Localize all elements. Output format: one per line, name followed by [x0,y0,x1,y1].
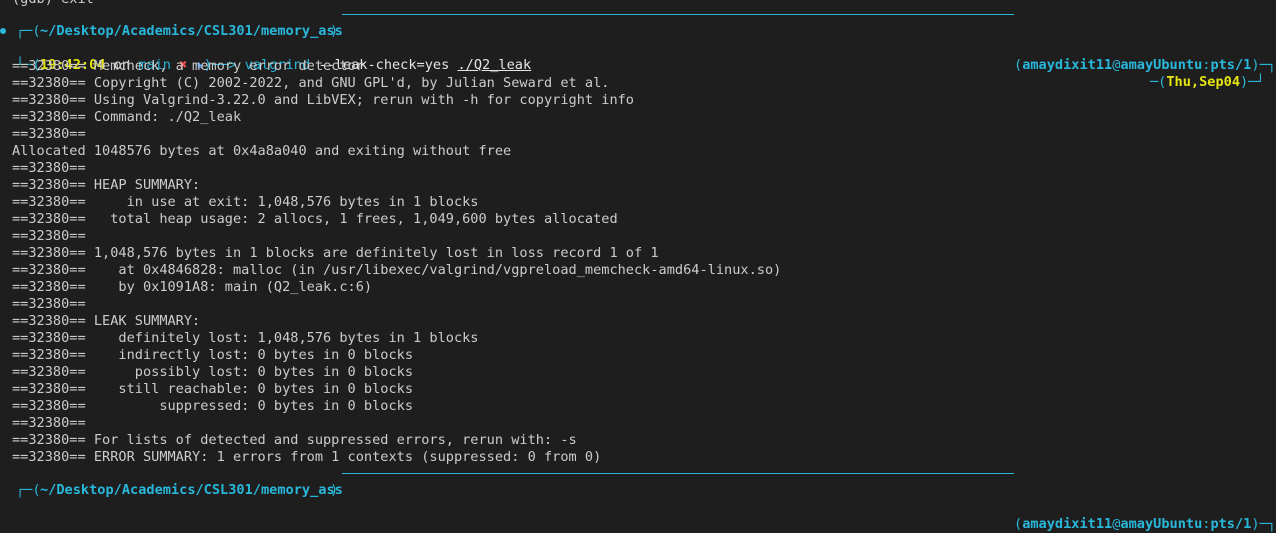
output-line: ==32380== still reachable: 0 bytes in 0 … [12,381,414,397]
output-line: ==32380== Using Valgrind-3.22.0 and LibV… [12,92,634,108]
output-line: ==32380== Command: ./Q2_leak [12,109,242,125]
terminal-cursor-dot-icon [0,28,6,34]
output-line: ==32380== Memcheck, a memory error detec… [12,58,364,74]
output-line: ==32380== in use at exit: 1,048,576 byte… [12,194,479,210]
prompt-date: ─(Thu,Sep04)─┘ [1150,74,1265,90]
output-line: ==32380== definitely lost: 1,048,576 byt… [12,330,479,346]
prompt-user-host: (amaydixit11@amayUbuntu:pts/1)─┐ [1014,57,1276,73]
output-line: ==32380== HEAP SUMMARY: [12,177,201,193]
output-line: ==32380== [12,160,86,176]
prompt-line-1: ┌─(~/Desktop/Academics/CSL301/memory_ass… [0,6,1276,73]
output-line: ==32380== by 0x1091A8: main (Q2_leak.c:6… [12,279,373,295]
output-line: ==32380== LEAK SUMMARY: [12,313,201,329]
prompt-line-2: └─(19:42:04 on main ✖ ★)──> valgrind --l… [0,23,1276,90]
output-line: ==32380== total heap usage: 2 allocs, 1 … [12,211,618,227]
output-line: Allocated 1048576 bytes at 0x4a8a040 and… [12,143,512,159]
next-prompt-line: ┌─(~/Desktop/Academics/CSL301/memory_ass… [0,465,1276,532]
output-line: ==32380== Copyright (C) 2002-2022, and G… [12,75,610,91]
output-line: ==32380== possibly lost: 0 bytes in 0 bl… [12,364,414,380]
output-line: ==32380== ERROR SUMMARY: 1 errors from 1… [12,449,602,465]
output-line: ==32380== indirectly lost: 0 bytes in 0 … [12,347,414,363]
output-line: ==32380== [12,126,86,142]
command-target: ./Q2_leak [457,57,532,73]
output-line: ==32380== at 0x4846828: malloc (in /usr/… [12,262,782,278]
output-line: ==32380== [12,228,86,244]
output-line: ==32380== suppressed: 0 bytes in 0 block… [12,398,414,414]
prompt-rule-line [342,14,1014,15]
output-line: ==32380== For lists of detected and supp… [12,432,577,448]
output-line: ==32380== 1,048,576 bytes in 1 blocks ar… [12,245,659,261]
output-line: ==32380== [12,296,86,312]
output-line: ==32380== [12,415,86,431]
